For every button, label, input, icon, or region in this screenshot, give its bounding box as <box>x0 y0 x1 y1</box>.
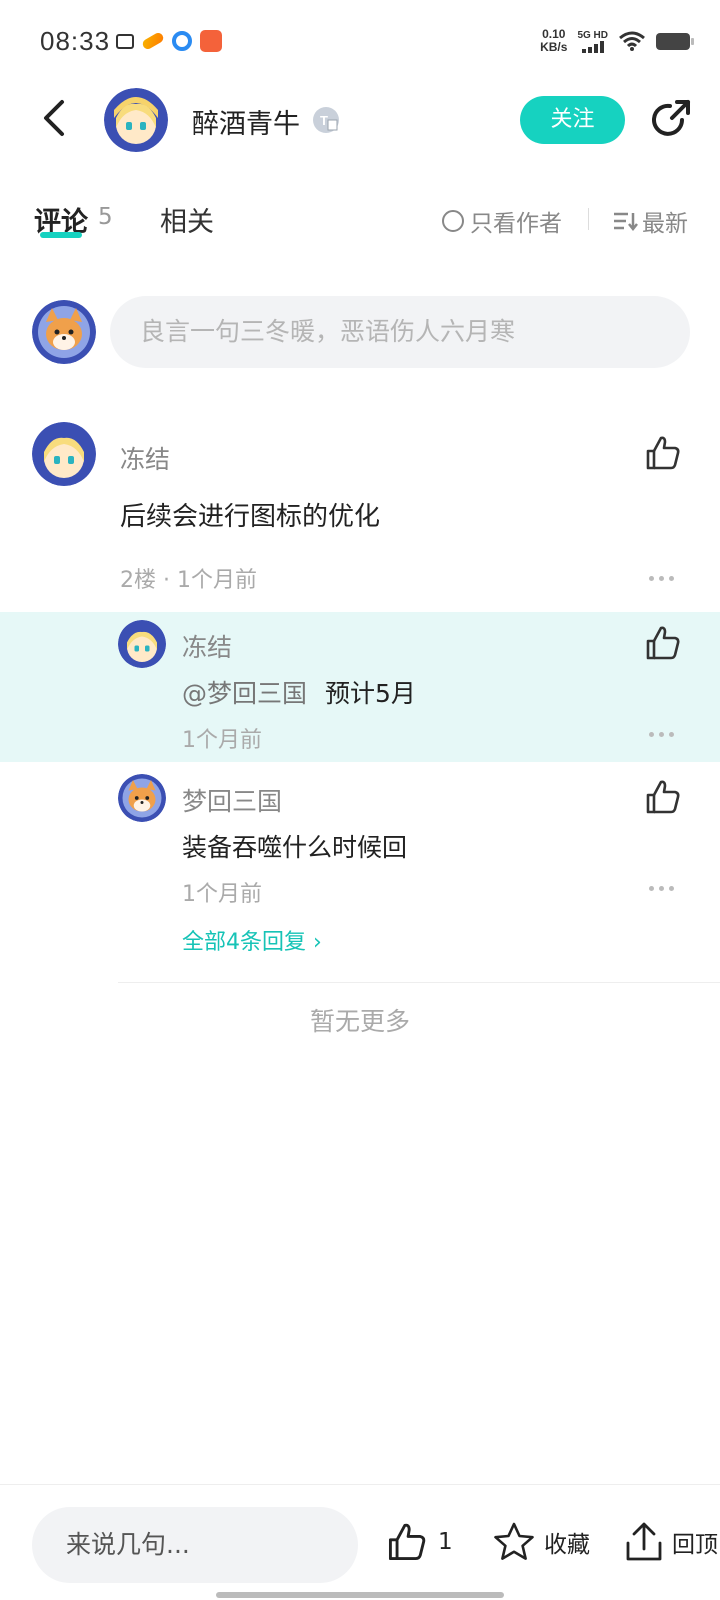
user-avatar <box>32 300 96 364</box>
comment-divider <box>118 982 720 983</box>
comment-tabs: 评论 5 相关 只看作者 最新 <box>0 196 720 256</box>
author-avatar[interactable] <box>104 88 168 152</box>
battery-icon <box>656 32 694 50</box>
comment-text: 后续会进行图标的优化 <box>120 502 381 532</box>
wifi-icon <box>619 31 645 51</box>
commenter-name[interactable]: 冻结 <box>120 440 170 476</box>
tabs-divider <box>588 208 589 230</box>
reply-body: 预计5月 <box>325 679 416 708</box>
level-badge-icon: T <box>313 107 339 133</box>
app-orange-icon <box>140 31 166 51</box>
author-name[interactable]: 醉酒青牛 <box>192 102 300 141</box>
comment-input[interactable] <box>110 296 690 368</box>
replier-name[interactable]: 冻结 <box>182 628 232 664</box>
share-icon[interactable] <box>648 98 692 142</box>
view-all-replies-link[interactable]: 全部4条回复 › <box>182 924 322 956</box>
active-tab-indicator <box>40 232 82 238</box>
network-speed-unit: KB/s <box>540 40 568 54</box>
more-options-icon[interactable] <box>646 576 676 584</box>
favorite-label: 收藏 <box>544 1532 590 1558</box>
reply-mention[interactable]: @梦回三国 <box>182 679 307 708</box>
status-time: 08:33 <box>40 26 111 56</box>
back-to-top-button[interactable]: 回顶 <box>624 1521 718 1563</box>
svg-text:T: T <box>320 113 328 128</box>
replier-avatar[interactable] <box>118 620 166 668</box>
sort-toggle[interactable]: 最新 <box>612 204 688 238</box>
thumbs-up-icon <box>388 1523 426 1561</box>
like-button[interactable]: 1 <box>386 1521 453 1563</box>
reply-text: @梦回三国 预计5月 <box>182 674 416 710</box>
tab-related[interactable]: 相关 <box>160 200 214 239</box>
replier-avatar[interactable] <box>118 774 166 822</box>
app-blue-icon <box>172 31 192 51</box>
follow-button[interactable]: 关注 <box>520 96 625 144</box>
post-header: 醉酒青牛 T 关注 <box>0 84 720 184</box>
status-bar: 08:33 0.10 KB/s 5G HD <box>0 0 720 84</box>
commenter-avatar[interactable] <box>32 422 96 486</box>
reply-time: 1个月前 <box>182 882 262 907</box>
sort-label: 最新 <box>642 211 688 237</box>
back-icon[interactable] <box>36 98 76 138</box>
no-more-text: 暂无更多 <box>309 1007 410 1036</box>
like-icon[interactable] <box>644 778 682 816</box>
back-to-top-label: 回顶 <box>672 1532 718 1558</box>
system-status: 0.10 KB/s 5G HD <box>540 28 694 54</box>
upload-icon <box>626 1522 662 1561</box>
network-type: 5G HD <box>577 29 608 41</box>
like-icon[interactable] <box>644 624 682 662</box>
like-count: 1 <box>438 1529 453 1555</box>
only-author-label: 只看作者 <box>470 211 562 237</box>
bottom-comment-input[interactable]: 来说几句... <box>32 1507 358 1583</box>
comments-count: 5 <box>98 204 113 230</box>
only-author-toggle[interactable]: 只看作者 <box>442 204 562 238</box>
sort-icon <box>614 212 638 232</box>
notification-icons <box>116 30 222 52</box>
reply-time: 1个月前 <box>182 728 262 753</box>
star-icon <box>494 1522 534 1560</box>
favorite-button[interactable]: 收藏 <box>492 1521 590 1563</box>
signal-icon: 5G HD <box>577 30 608 53</box>
comment-meta: 2楼 · 1个月前 <box>120 568 257 593</box>
bottom-action-bar: 来说几句... 1 收藏 回顶 <box>0 1484 720 1600</box>
radio-circle-icon <box>442 210 464 232</box>
reply-item: 冻结 @梦回三国 预计5月 1个月前 <box>0 612 720 762</box>
more-options-icon[interactable] <box>646 886 676 894</box>
reply-text: 装备吞噬什么时候回 <box>182 833 408 862</box>
tv-icon <box>116 33 134 49</box>
comment-item: 冻结 后续会进行图标的优化 2楼 · 1个月前 <box>0 420 720 610</box>
network-speed: 0.10 KB/s <box>540 28 567 54</box>
more-options-icon[interactable] <box>646 732 676 740</box>
replier-name[interactable]: 梦回三国 <box>182 782 282 818</box>
comment-compose-row <box>0 296 720 376</box>
home-indicator[interactable] <box>216 1592 504 1598</box>
like-icon[interactable] <box>644 434 682 472</box>
app-red-icon <box>200 30 222 52</box>
reply-item: 梦回三国 装备吞噬什么时候回 1个月前 <box>0 766 720 916</box>
